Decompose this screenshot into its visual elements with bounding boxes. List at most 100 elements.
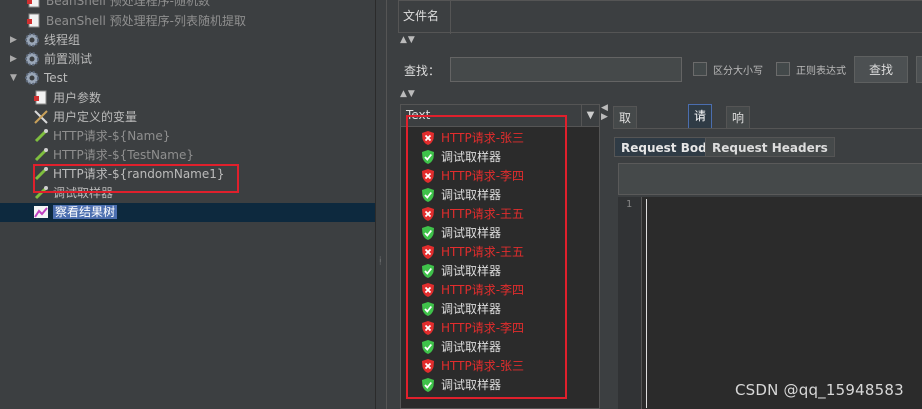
beanshell-preprocessor-icon	[27, 13, 40, 27]
result-item-label: 调试取样器	[441, 150, 502, 164]
tab-request[interactable]: 请求	[688, 104, 713, 145]
results-list[interactable]: Text ▼ HTTP请求-张三 调试取样器 HTTP请求-李四 调试取样器 HTTP请…	[400, 104, 600, 409]
request-body-editor[interactable]: 1	[618, 197, 922, 409]
test-plan-tree[interactable]: BeanShell 预处理程序-随机数 BeanShell 预处理程序-列表随机…	[0, 0, 375, 409]
renderer-select-value[interactable]: Text	[406, 108, 430, 122]
result-item-label: 调试取样器	[441, 378, 502, 392]
collapse-left-icon[interactable]: ◀ ▶	[601, 104, 608, 122]
result-item[interactable]: 调试取样器	[421, 148, 501, 167]
tree-item-http-testname[interactable]: HTTP请求-${TestName}	[33, 146, 194, 165]
regex-checkbox[interactable]	[776, 62, 790, 76]
success-shield-icon	[422, 149, 434, 164]
view-results-panel: 文件名 ▲▼ 查找： 区分大小写 正则表达式 查找 ▲▼ Text ▼ HTTP…	[388, 0, 922, 409]
filename-table: 文件名	[398, 0, 922, 34]
results-split-divider[interactable]: ◀ ▶	[600, 104, 610, 409]
tab-sampler-result[interactable]: 取样器结果	[613, 106, 638, 213]
tree-item-pre-test[interactable]: ▶ 前置测试	[10, 50, 92, 69]
results-header: Text ▼	[401, 105, 599, 127]
search-button[interactable]: 查找	[854, 56, 908, 83]
pipette-icon	[34, 185, 48, 199]
pipette-icon	[34, 166, 48, 180]
line-gutter: 1	[618, 197, 642, 409]
result-item[interactable]: HTTP请求-张三	[421, 357, 524, 376]
result-item-label: HTTP请求-李四	[441, 283, 525, 297]
result-item-label: 调试取样器	[441, 188, 502, 202]
tree-item-beanshell-random[interactable]: BeanShell 预处理程序-随机数	[26, 0, 210, 11]
editor-toolbar	[618, 163, 922, 195]
result-item[interactable]: 调试取样器	[421, 338, 501, 357]
success-shield-icon	[422, 225, 434, 240]
result-item[interactable]: HTTP请求-王五	[421, 205, 524, 224]
case-sensitive-checkbox[interactable]	[693, 62, 707, 76]
config-element-icon	[34, 90, 47, 104]
tab-response-data[interactable]: 响应数据	[726, 106, 751, 191]
fail-shield-icon	[422, 168, 434, 183]
tree-item-debug-sampler[interactable]: 调试取样器	[33, 184, 113, 203]
collapse-arrow-icon[interactable]: ▼	[10, 69, 20, 88]
subtab-request-headers[interactable]: Request Headers	[705, 137, 835, 157]
tree-item-http-randomname[interactable]: HTTP请求-${randomName1}	[33, 165, 225, 184]
fail-shield-icon	[422, 244, 434, 259]
result-item[interactable]: 调试取样器	[421, 186, 501, 205]
result-item-label: 调试取样器	[441, 302, 502, 316]
search-row: 查找： 区分大小写 正则表达式 查找	[398, 56, 922, 84]
tree-item-http-name[interactable]: HTTP请求-${Name}	[33, 127, 170, 146]
result-item[interactable]: HTTP请求-李四	[421, 319, 524, 338]
expand-arrow-icon[interactable]: ▶	[10, 31, 20, 50]
result-item-label: HTTP请求-张三	[441, 359, 525, 373]
tools-icon	[34, 109, 48, 124]
result-item-label: HTTP请求-李四	[441, 169, 525, 183]
tree-item-test[interactable]: ▼ Test	[10, 69, 68, 88]
success-shield-icon	[422, 301, 434, 316]
result-item[interactable]: 调试取样器	[421, 300, 501, 319]
watermark: CSDN @qq_15948583	[735, 381, 904, 399]
line-number: 1	[626, 199, 633, 210]
result-item[interactable]: HTTP请求-王五	[421, 243, 524, 262]
gear-icon	[25, 32, 39, 47]
success-shield-icon	[422, 263, 434, 278]
text-cursor	[646, 199, 647, 408]
fail-shield-icon	[422, 206, 434, 221]
result-item[interactable]: HTTP请求-李四	[421, 167, 524, 186]
result-item-label: HTTP请求-李四	[441, 321, 525, 335]
collapse-arrows-icon[interactable]: ▲▼	[400, 35, 416, 45]
grip-icon: ⁝ ⁝	[379, 255, 382, 267]
filename-header: 文件名	[399, 1, 451, 34]
regex-label: 正则表达式	[796, 66, 846, 77]
result-item-label: HTTP请求-张三	[441, 131, 525, 145]
split-pane-divider[interactable]: ⁝ ⁝	[375, 0, 387, 409]
case-sensitive-label: 区分大小写	[713, 66, 763, 77]
result-item-label: HTTP请求-王五	[441, 207, 525, 221]
collapse-arrows-icon[interactable]: ▲▼	[400, 89, 416, 99]
result-item-label: HTTP请求-王五	[441, 245, 525, 259]
success-shield-icon	[422, 339, 434, 354]
beanshell-preprocessor-icon	[27, 0, 40, 7]
tree-item-user-parameters[interactable]: 用户参数	[33, 89, 101, 108]
tree-item-beanshell-list[interactable]: BeanShell 预处理程序-列表随机提取	[26, 12, 246, 31]
result-item[interactable]: 调试取样器	[421, 376, 501, 395]
gear-icon	[25, 51, 39, 66]
success-shield-icon	[422, 187, 434, 202]
tree-item-user-defined-variables[interactable]: 用户定义的变量	[33, 108, 137, 127]
success-shield-icon	[422, 377, 434, 392]
search-input[interactable]	[450, 57, 682, 82]
result-item[interactable]: HTTP请求-李四	[421, 281, 524, 300]
tree-item-thread-group[interactable]: ▶ 线程组	[10, 31, 80, 50]
result-item-label: 调试取样器	[441, 226, 502, 240]
fail-shield-icon	[422, 130, 434, 145]
result-item-label: 调试取样器	[441, 340, 502, 354]
chevron-down-icon[interactable]: ▼	[581, 105, 599, 127]
pipette-icon	[34, 147, 48, 161]
expand-arrow-icon[interactable]: ▶	[10, 50, 20, 69]
result-item[interactable]: 调试取样器	[421, 262, 501, 281]
fail-shield-icon	[422, 320, 434, 335]
fail-shield-icon	[422, 282, 434, 297]
fail-shield-icon	[422, 358, 434, 373]
result-item[interactable]: HTTP请求-张三	[421, 129, 524, 148]
result-item[interactable]: 调试取样器	[421, 224, 501, 243]
search-label: 查找：	[404, 64, 441, 78]
extra-button[interactable]	[916, 56, 922, 83]
tree-item-view-results-tree[interactable]: 察看结果树	[33, 203, 118, 222]
request-detail: Request Body Request Headers 1	[613, 128, 922, 409]
pipette-icon	[34, 128, 48, 142]
